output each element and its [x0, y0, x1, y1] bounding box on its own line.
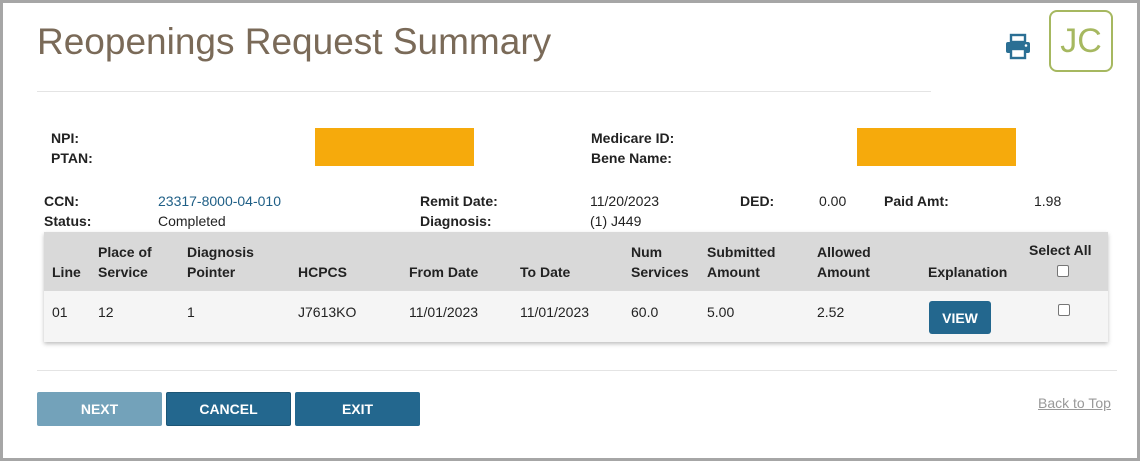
- page-title: Reopenings Request Summary: [37, 21, 552, 62]
- redacted-npi-ptan: [315, 128, 474, 166]
- page-frame: Reopenings Request Summary JC NPI: PTAN:…: [0, 0, 1140, 461]
- ded-label: DED:: [740, 193, 775, 209]
- th-from-date: From Date: [409, 264, 479, 280]
- th-num-services-1: Num: [631, 244, 663, 260]
- view-explanation-button[interactable]: VIEW: [929, 301, 991, 334]
- remit-date-label: Remit Date:: [420, 193, 498, 209]
- cell-hcpcs: J7613KO: [298, 304, 357, 320]
- diagnosis-label: Diagnosis:: [420, 213, 492, 229]
- th-place-of-service-2: Service: [98, 264, 148, 280]
- ptan-label: PTAN:: [51, 150, 93, 166]
- th-explanation: Explanation: [928, 264, 1008, 280]
- npi-label: NPI:: [51, 130, 79, 146]
- table-row: 01 12 1 J7613KO 11/01/2023 11/01/2023 60…: [44, 291, 1108, 342]
- divider: [37, 370, 1117, 371]
- redacted-medicare-bene: [857, 128, 1016, 166]
- select-all-checkbox[interactable]: [1057, 265, 1069, 277]
- th-place-of-service-1: Place of: [98, 244, 152, 260]
- th-allowed-amount-2: Amount: [817, 264, 870, 280]
- row-select-checkbox[interactable]: [1058, 304, 1070, 316]
- ccn-link[interactable]: 23317-8000-04-010: [158, 193, 281, 209]
- th-submitted-amount-2: Amount: [707, 264, 760, 280]
- avatar[interactable]: JC: [1049, 10, 1113, 72]
- next-button[interactable]: NEXT: [37, 392, 162, 426]
- diagnosis-value: (1) J449: [590, 213, 642, 229]
- back-to-top-link[interactable]: Back to Top: [1038, 395, 1111, 411]
- th-diagnosis-pointer-2: Pointer: [187, 264, 236, 280]
- cell-diagnosis-pointer: 1: [187, 304, 195, 320]
- cell-from-date: 11/01/2023: [409, 304, 479, 320]
- claim-lines-table: Line Place of Service Diagnosis Pointer …: [44, 232, 1108, 342]
- th-diagnosis-pointer-1: Diagnosis: [187, 244, 254, 260]
- th-allowed-amount-1: Allowed: [817, 244, 871, 260]
- cell-place-of-service: 12: [98, 304, 114, 320]
- exit-button[interactable]: EXIT: [295, 392, 420, 426]
- cell-submitted-amount: 5.00: [707, 304, 735, 320]
- th-line: Line: [52, 264, 81, 280]
- cell-to-date: 11/01/2023: [520, 304, 590, 320]
- th-select-all: Select All: [1029, 242, 1092, 258]
- paid-amt-value: 1.98: [1034, 193, 1062, 209]
- cell-num-services: 60.0: [631, 304, 659, 320]
- bene-name-label: Bene Name:: [591, 150, 672, 166]
- ccn-label: CCN:: [44, 193, 79, 209]
- printer-icon[interactable]: [1003, 33, 1033, 61]
- ded-value: 0.00: [819, 193, 847, 209]
- th-hcpcs: HCPCS: [298, 264, 348, 280]
- th-num-services-2: Services: [631, 264, 689, 280]
- status-label: Status:: [44, 213, 92, 229]
- medicare-id-label: Medicare ID:: [591, 130, 675, 146]
- th-submitted-amount-1: Submitted: [707, 244, 776, 260]
- status-value: Completed: [158, 213, 226, 229]
- cell-line: 01: [52, 304, 68, 320]
- cancel-button[interactable]: CANCEL: [166, 392, 291, 426]
- paid-amt-label: Paid Amt:: [884, 193, 949, 209]
- remit-date-value: 11/20/2023: [590, 193, 660, 209]
- divider: [37, 91, 931, 92]
- table-header: Line Place of Service Diagnosis Pointer …: [44, 232, 1108, 291]
- cell-allowed-amount: 2.52: [817, 304, 845, 320]
- th-to-date: To Date: [520, 264, 571, 280]
